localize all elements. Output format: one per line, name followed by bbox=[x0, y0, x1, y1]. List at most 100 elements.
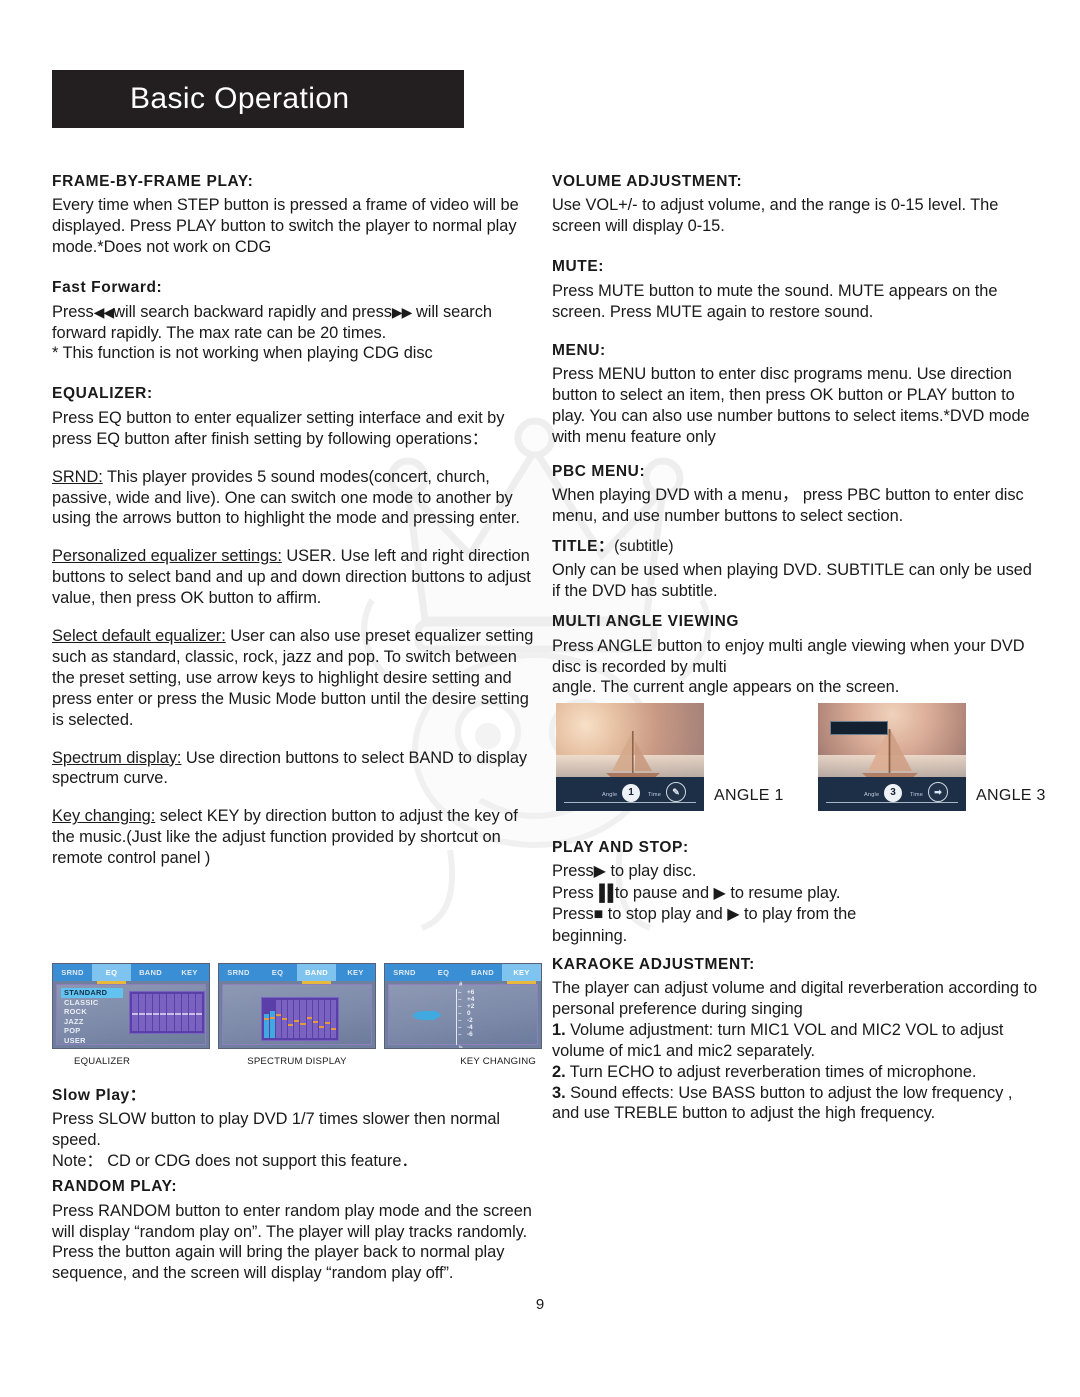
ff-text-middle: will search backward rapidly and press bbox=[113, 302, 392, 321]
text-play-line-3: Press■ to stop play and ▶ to play from t… bbox=[552, 904, 1042, 925]
play-icon-1: ▶ bbox=[593, 863, 606, 881]
caption-key-changing: KEY CHANGING bbox=[460, 1056, 536, 1067]
play-icon-3: ▶ bbox=[727, 906, 740, 924]
karaoke-num-3: 3. bbox=[552, 1083, 566, 1102]
key-value-plus4: +4 bbox=[457, 996, 503, 1003]
key-flat-mark: b bbox=[459, 1046, 463, 1049]
osd-tabs-key: SRND EQ BAND KEY bbox=[385, 964, 541, 984]
osd-time-icon-1: ✎ bbox=[666, 782, 686, 802]
eq-screenshots-row: SRND EQ BAND KEY STANDARD CLASSIC ROCK J… bbox=[52, 963, 544, 1067]
osd-progress-line-1 bbox=[564, 802, 696, 803]
heading-subtitle: (subtitle) bbox=[614, 537, 674, 555]
eq-preset-jazz: JAZZ bbox=[64, 1016, 84, 1026]
eq-preset-user: USER bbox=[64, 1035, 86, 1045]
osd-frame-key: SRND EQ BAND KEY # +6 +4 +2 0 -2 -4 bbox=[384, 963, 542, 1049]
left-column: FRAME-BY-FRAME PLAY: Every time when STE… bbox=[52, 172, 540, 869]
text-fast-forward: Press◀◀will search backward rapidly and … bbox=[52, 302, 540, 344]
fast-forward-icon: ▶▶ bbox=[391, 303, 413, 320]
karaoke-item-3: 3. Sound effects: Use BASS button to adj… bbox=[552, 1083, 1042, 1125]
karaoke-num-2: 2. bbox=[552, 1062, 566, 1081]
body-srnd: This player provides 5 sound modes(conce… bbox=[52, 467, 520, 528]
key-pointer-icon bbox=[413, 1010, 442, 1020]
heading-mute: MUTE: bbox=[552, 258, 605, 276]
play-icon-2: ▶ bbox=[713, 884, 726, 902]
text-play-line-1: Press▶ to play disc. bbox=[552, 861, 1042, 882]
eq-preset-rock: ROCK bbox=[64, 1007, 87, 1016]
osd-progress-line-2 bbox=[826, 802, 958, 803]
osd-body-equalizer: STANDARD CLASSIC ROCK JAZZ POP USER bbox=[56, 984, 206, 1045]
caption-equalizer: EQUALIZER bbox=[74, 1056, 131, 1067]
karaoke-num-1: 1. bbox=[552, 1020, 566, 1039]
key-value-plus2: +2 bbox=[457, 1003, 503, 1010]
angle-osd-bar-1: Angle 1 Time ✎ bbox=[556, 777, 704, 811]
lead-srnd: SRND: bbox=[52, 467, 103, 486]
photo-overlay-bar bbox=[830, 721, 888, 735]
osd-time-label-2: Time bbox=[910, 792, 924, 798]
heading-random-play: RANDOM PLAY: bbox=[52, 1178, 178, 1196]
play-line2-mid: to pause and bbox=[614, 883, 710, 902]
angle-sample-1: Angle 1 Time ✎ ANGLE 1 bbox=[556, 703, 783, 811]
osd-angle-label-1: Angle bbox=[602, 792, 618, 798]
angle-caption-2: ANGLE 3 bbox=[976, 787, 1046, 804]
sailboat-icon-1 bbox=[606, 731, 660, 780]
note-fast-forward: * This function is not working when play… bbox=[52, 344, 433, 363]
key-sharp-mark: # bbox=[459, 982, 463, 988]
text-play-line-2: Press▐▐ to pause and ▶ to resume play. bbox=[552, 883, 1042, 904]
page-title-banner: Basic Operation bbox=[52, 70, 464, 128]
text-karaoke-intro: The player can adjust volume and digital… bbox=[552, 978, 1038, 1018]
page-title: Basic Operation bbox=[130, 82, 350, 115]
osd-tab-band: BAND bbox=[139, 968, 162, 977]
karaoke-item-1: 1. Volume adjustment: turn MIC1 VOL and … bbox=[552, 1020, 1042, 1062]
key-value-zero: 0 bbox=[457, 1010, 503, 1017]
heading-slow-play: Slow Play： bbox=[52, 1087, 146, 1104]
karaoke-item-2: 2. Turn ECHO to adjust reverberation tim… bbox=[552, 1062, 1042, 1083]
heading-title: TITLE： bbox=[552, 537, 615, 555]
ff-text-before: Press bbox=[52, 302, 94, 321]
key-value-plus6: +6 bbox=[457, 989, 503, 996]
pause-icon: ▐▐ bbox=[593, 884, 614, 902]
paragraph-key-changing: Key changing: select KEY by direction bu… bbox=[52, 806, 540, 869]
heading-multi-angle: MULTI ANGLE VIEWING bbox=[552, 613, 740, 631]
right-column-bottom: PLAY AND STOP: Press▶ to play disc. Pres… bbox=[552, 838, 1042, 1124]
osd-tabs-equalizer: SRND EQ BAND KEY bbox=[53, 964, 209, 984]
key-value-minus4: -4 bbox=[457, 1024, 503, 1031]
play-line2-prefix: Press bbox=[552, 883, 594, 902]
heading-play-and-stop: PLAY AND STOP: bbox=[552, 839, 689, 856]
spectrum-bars bbox=[261, 997, 339, 1041]
play-line1-prefix: Press bbox=[552, 862, 594, 881]
play-line3-mid: to stop play and bbox=[607, 905, 723, 924]
text-pbc-menu: When playing DVD with a menu， press PBC … bbox=[552, 486, 1024, 525]
osd-tab-band-2: BAND bbox=[297, 964, 336, 984]
angle-osd-bar-2: Angle 3 Time ➡ bbox=[818, 777, 966, 811]
key-value-minus2: -2 bbox=[457, 1017, 503, 1024]
angle-photo-2: Angle 3 Time ➡ bbox=[818, 703, 966, 811]
note-slow-play: Note： CD or CDG does not support this fe… bbox=[52, 1152, 418, 1171]
text-frame-by-frame: Every time when STEP button is pressed a… bbox=[52, 196, 519, 257]
osd-tab-srnd-3: SRND bbox=[393, 968, 416, 977]
osd-tab-key-2: KEY bbox=[347, 968, 364, 977]
text-mute: Press MUTE button to mute the sound. MUT… bbox=[552, 281, 998, 321]
osd-angle-label-2: Angle bbox=[864, 792, 880, 798]
heading-pbc-menu: PBC MENU: bbox=[552, 462, 646, 480]
manual-page: Basic Operation FRAME-BY-FRAME PLAY: Eve… bbox=[0, 0, 1080, 1397]
paragraph-default-eq: Select default equalizer: User can also … bbox=[52, 626, 540, 731]
screenshot-spectrum: SRND EQ BAND KEY SPECTRUM DISPLAY bbox=[218, 963, 376, 1067]
osd-tab-srnd-2: SRND bbox=[227, 968, 250, 977]
text-slow-play: Press SLOW button to play DVD 1/7 times … bbox=[52, 1110, 501, 1150]
text-random-play: Press RANDOM button to enter random play… bbox=[52, 1201, 532, 1283]
osd-body-key: # +6 +4 +2 0 -2 -4 -6 b bbox=[388, 982, 538, 1048]
rewind-icon: ◀◀ bbox=[93, 303, 115, 320]
osd-tab-srnd: SRND bbox=[61, 968, 84, 977]
lead-personalized-eq: Personalized equalizer settings: bbox=[52, 547, 282, 566]
karaoke-text-2: Turn ECHO to adjust reverberation times … bbox=[565, 1062, 977, 1081]
heading-fast-forward: Fast Forward: bbox=[52, 279, 163, 297]
osd-tab-key-3: KEY bbox=[502, 964, 541, 984]
osd-tab-eq: EQ bbox=[92, 964, 131, 984]
paragraph-srnd: SRND: This player provides 5 sound modes… bbox=[52, 467, 540, 530]
osd-tab-key: KEY bbox=[181, 968, 198, 977]
osd-time-label-1: Time bbox=[648, 792, 662, 798]
angle-caption-1: ANGLE 1 bbox=[714, 787, 784, 804]
osd-frame-spectrum: SRND EQ BAND KEY bbox=[218, 963, 376, 1049]
eq-preset-classic: CLASSIC bbox=[64, 997, 99, 1007]
key-scale: # +6 +4 +2 0 -2 -4 -6 b bbox=[456, 982, 503, 1048]
